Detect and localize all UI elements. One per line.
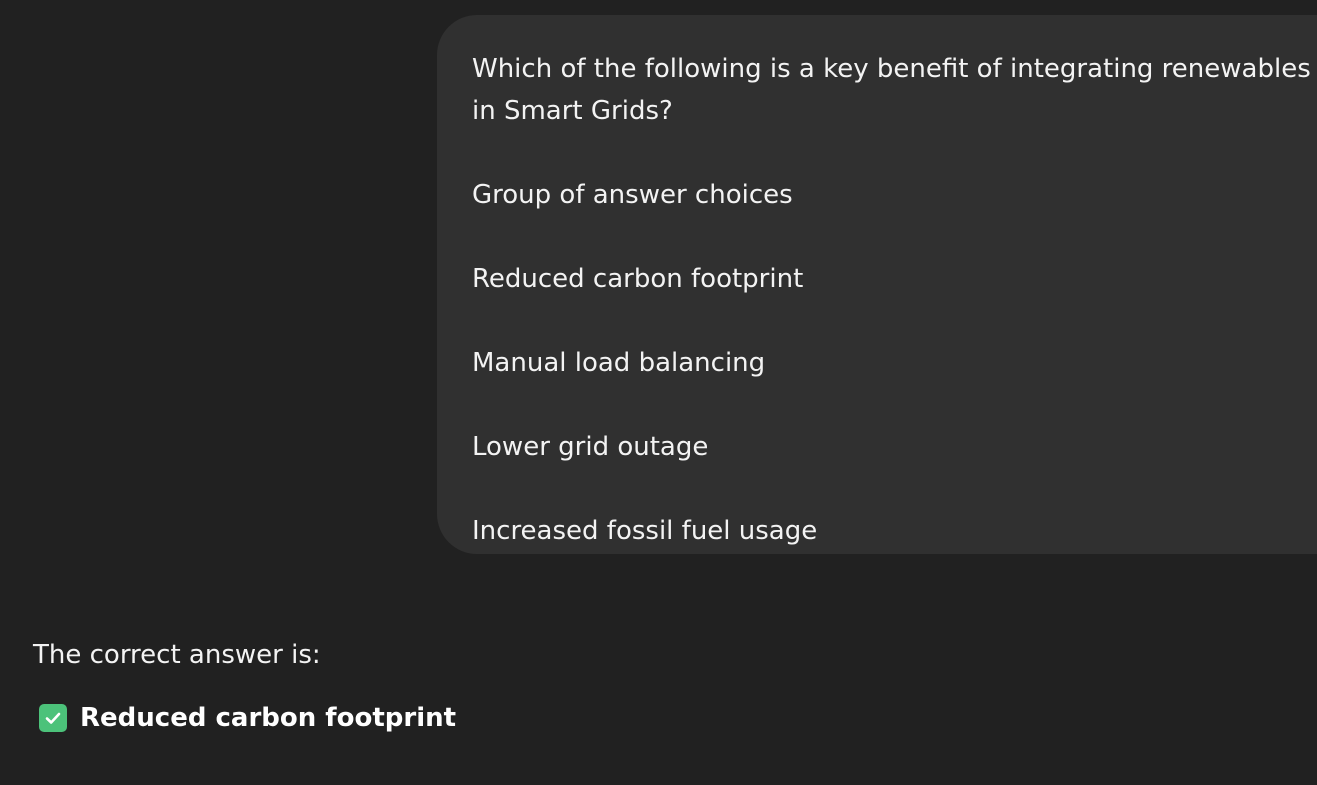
assistant-message: The correct answer is: Reduced carbon fo…: [33, 634, 733, 739]
choice-item: Increased fossil fuel usage: [472, 516, 818, 546]
choice-item: Lower grid outage: [472, 432, 709, 462]
chat-window: Which of the following is a key benefit …: [0, 0, 1317, 785]
choices-header: Group of answer choices: [472, 180, 793, 210]
choice-item: Reduced carbon footprint: [472, 264, 804, 294]
answer-row: Reduced carbon footprint: [33, 697, 733, 739]
check-mark-button-icon: [39, 704, 67, 732]
choice-item: Manual load balancing: [472, 348, 766, 378]
answer-intro: The correct answer is:: [33, 640, 321, 670]
user-message-bubble: Which of the following is a key benefit …: [437, 15, 1317, 554]
correct-answer: Reduced carbon footprint: [80, 703, 457, 733]
question-text: Which of the following is a key benefit …: [472, 54, 1311, 126]
